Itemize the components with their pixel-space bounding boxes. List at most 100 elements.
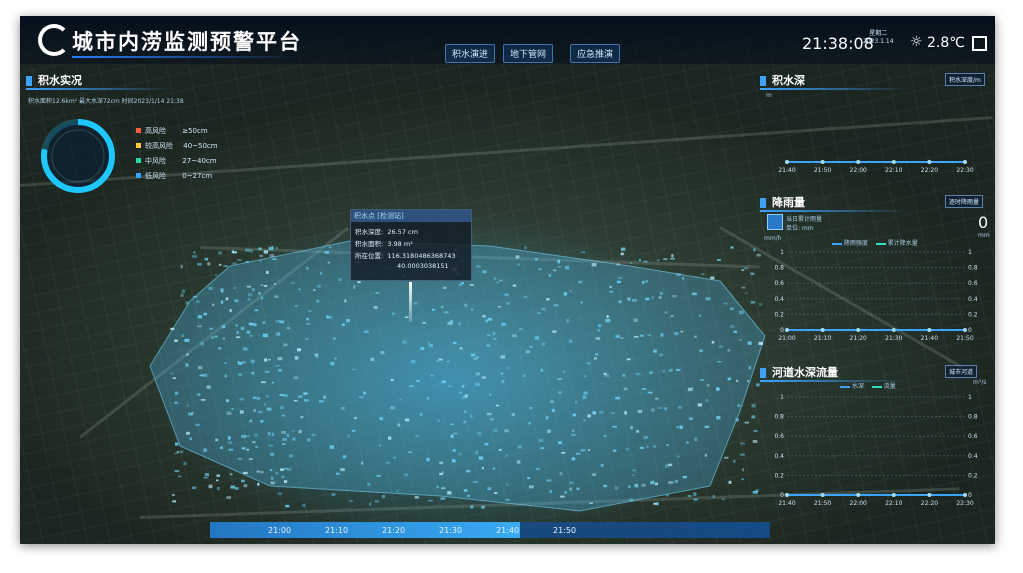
flood-cell (229, 473, 233, 476)
flood-cell (645, 297, 650, 301)
popup-loc-row-2: 40.0003038151 (397, 262, 449, 270)
flood-cell (283, 467, 288, 470)
flood-cell (568, 339, 573, 343)
flood-cell (691, 292, 697, 296)
waterlog-title-text: 积水实况 (38, 74, 82, 87)
flood-cell (280, 468, 284, 472)
timeline-label[interactable]: 21:00 (268, 526, 291, 535)
timeline-label[interactable]: 21:40 (496, 526, 519, 535)
timeline-label[interactable]: 21:50 (553, 526, 576, 535)
river-dropdown[interactable]: 城市河道 (945, 365, 978, 378)
y-tick-label: 0.6 (968, 280, 978, 287)
flood-cell (563, 292, 568, 296)
flood-cell (656, 501, 659, 506)
flood-cell (223, 265, 228, 267)
rain-big-value: 0 (978, 213, 989, 232)
flood-cell (237, 457, 242, 460)
flood-cell (540, 368, 544, 372)
x-tick-dot (820, 160, 825, 164)
flood-cell (259, 254, 263, 258)
legend-row-mid: 中风险 27~40cm (136, 156, 217, 166)
flood-cell (419, 413, 423, 416)
flood-cell (553, 304, 559, 307)
timeline-label[interactable]: 21:20 (382, 526, 405, 535)
flood-cell (525, 350, 531, 354)
flood-cell (340, 468, 345, 472)
flood-cell (500, 372, 504, 375)
flood-cell (694, 335, 697, 338)
flood-cell (473, 357, 478, 360)
flood-cell (176, 451, 180, 453)
flood-cell (311, 433, 316, 437)
flood-cell (174, 442, 179, 446)
flood-cell (668, 369, 673, 372)
flood-cell (524, 246, 527, 250)
nav-tab-1[interactable]: 积水演进 (445, 44, 496, 63)
flood-cell (378, 444, 381, 447)
fullscreen-icon[interactable] (972, 36, 987, 51)
nav-tab-2[interactable]: 地下管网 (503, 44, 554, 63)
flood-cell (505, 453, 508, 457)
title-underline (72, 56, 302, 58)
flood-cell (208, 484, 213, 489)
x-tick-label: 21:00 (778, 335, 795, 342)
depth-dropdown[interactable]: 积水深度/m (945, 73, 985, 86)
flood-cell (386, 461, 390, 464)
flood-cell (275, 471, 279, 475)
x-tick-label: 21:40 (778, 167, 795, 174)
flood-cell (459, 346, 463, 350)
y-tick-label: 0.8 (968, 265, 978, 272)
flood-cell (686, 441, 689, 444)
rain-dropdown[interactable]: 逐时降雨量 (945, 195, 984, 208)
flood-cell (580, 449, 586, 452)
flood-cell (469, 284, 475, 286)
flood-cell (751, 415, 756, 419)
x-tick-dot (856, 328, 861, 332)
flood-cell (193, 296, 198, 298)
flood-cell (638, 259, 641, 262)
flood-cell (327, 261, 330, 264)
flood-cell (550, 400, 554, 403)
nav-tab-3[interactable]: 应急推演 (570, 44, 621, 63)
flood-cell (614, 486, 619, 490)
flood-cell (541, 307, 546, 311)
flood-cell (547, 429, 551, 433)
flood-cell (268, 444, 274, 447)
flood-cell (452, 449, 456, 452)
flood-cell (214, 335, 218, 338)
flood-cell (215, 479, 219, 482)
flood-cell (475, 450, 479, 455)
flood-cell (523, 374, 526, 377)
flood-cell (748, 366, 751, 370)
x-tick-label: 21:10 (814, 335, 831, 342)
flood-cell (237, 259, 242, 262)
map-pin-marker[interactable] (409, 282, 412, 322)
flood-cell (561, 451, 566, 454)
timeline-label[interactable]: 21:10 (325, 526, 348, 535)
flood-cell (751, 404, 756, 408)
flood-cell (240, 326, 245, 331)
y-tick-label: 0.4 (968, 453, 978, 460)
flood-cell (387, 436, 392, 440)
flood-cell (451, 459, 456, 463)
flood-cell (325, 315, 329, 319)
flood-cell (446, 360, 450, 363)
rain-unit-left: mm/h (764, 235, 782, 242)
flood-cell (587, 449, 591, 451)
popup-area-row: 积水面积: 3.98 m² (355, 238, 413, 248)
flood-cell (597, 329, 600, 332)
flood-cell (481, 376, 486, 379)
flood-cell (694, 437, 698, 441)
flood-cell (641, 280, 645, 285)
flood-cell (472, 481, 478, 483)
flood-cell (580, 301, 583, 304)
flood-cell (287, 468, 292, 471)
flood-cell (569, 487, 572, 491)
flood-cell (269, 469, 273, 472)
flood-cell (256, 470, 260, 473)
flood-cell (271, 246, 275, 249)
flood-cell (496, 281, 499, 284)
flood-cell (635, 372, 641, 376)
flood-cell (478, 456, 484, 460)
timeline-label[interactable]: 21:30 (439, 526, 462, 535)
